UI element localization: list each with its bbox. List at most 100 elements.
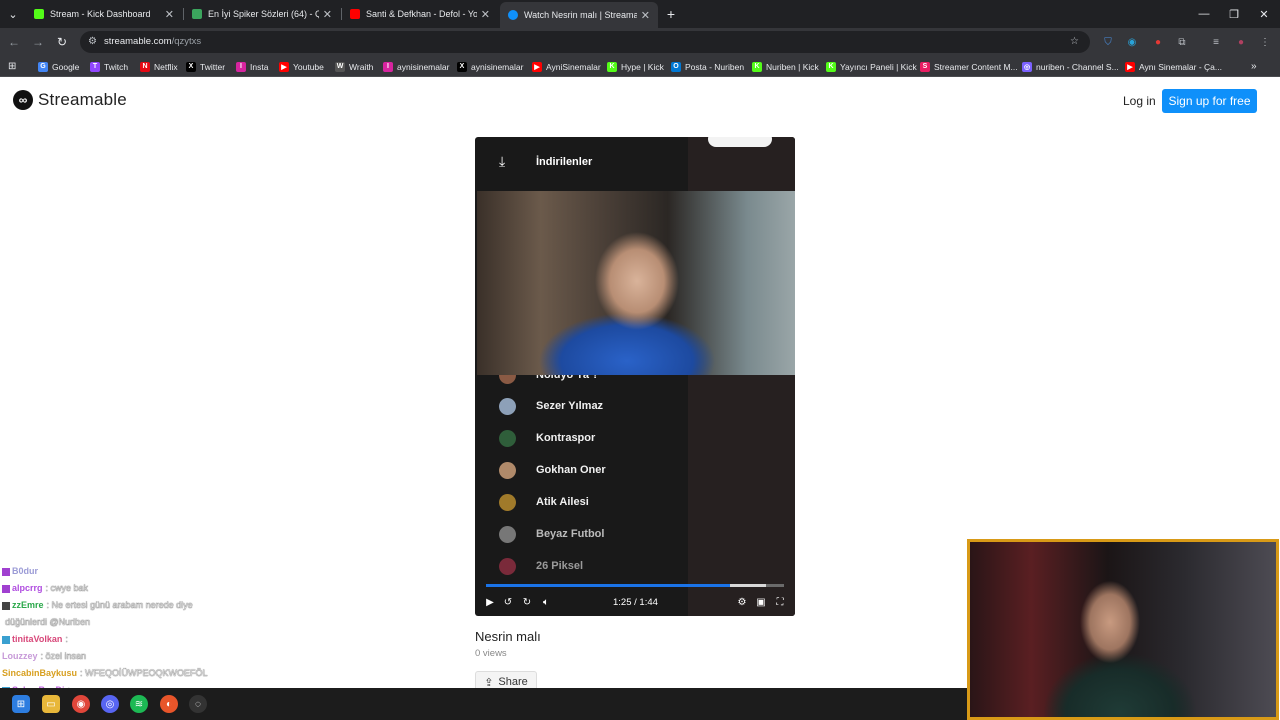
channel-avatar: [499, 525, 516, 543]
tab-close-icon[interactable]: ✕: [323, 8, 332, 21]
red-extension-icon[interactable]: ●: [1150, 34, 1166, 50]
chat-message: alpcrrg: cwye bak: [2, 580, 262, 597]
tab-quizz[interactable]: En İyi Spiker Sözleri (64) - Quizz ✕: [184, 0, 340, 28]
windows-start-icon[interactable]: ⊞: [12, 695, 30, 713]
bookmark-item[interactable]: K Nuriben | Kick: [752, 60, 819, 73]
new-tab-button[interactable]: +: [656, 0, 686, 28]
media-control-icon[interactable]: ≡: [1208, 34, 1224, 50]
discord-icon[interactable]: ◎: [101, 695, 119, 713]
bookmark-item[interactable]: W Wraith: [335, 60, 373, 73]
bookmark-item[interactable]: ◎ nuriben - Channel S...: [1022, 60, 1119, 73]
bookmark-item[interactable]: X Twitter: [186, 60, 225, 73]
app-icon[interactable]: ◌: [189, 695, 207, 713]
browser-nav-bar: ← → ↻ ⚙ streamable.com/qzytxs ☆ ⛉ ◉ ● ⧉ …: [0, 28, 1280, 56]
tab-close-icon[interactable]: ✕: [165, 8, 174, 21]
bookmark-item[interactable]: ▶ Aynı Sinemalar - Ça...: [1125, 60, 1222, 73]
login-link[interactable]: Log in: [1123, 94, 1156, 108]
obs-icon[interactable]: ◐: [160, 695, 178, 713]
apps-grid-icon[interactable]: ⊞: [8, 60, 16, 73]
bookmark-favicon-icon: X: [457, 61, 467, 72]
extension-icon[interactable]: ◉: [1124, 34, 1140, 50]
fullscreen-icon[interactable]: ⛶: [773, 595, 787, 609]
channel-name: Sezer Yılmaz: [536, 400, 604, 412]
picture-in-picture-icon[interactable]: ▣: [754, 595, 768, 609]
tab-search-icon[interactable]: ⌄: [0, 0, 26, 28]
bookmark-favicon-icon: I: [383, 61, 393, 72]
volume-icon[interactable]: 🔈︎: [539, 595, 553, 609]
bookmark-item[interactable]: T Twitch: [90, 60, 128, 73]
bookmark-item[interactable]: I Insta: [236, 60, 268, 73]
forward-icon[interactable]: →: [29, 33, 47, 51]
tab-youtube[interactable]: Santi & Defkhan - Defol - YouTu ✕: [342, 0, 498, 28]
bookmark-item[interactable]: S Streamer Content M...: [920, 60, 1018, 73]
overlay-channel-row: 26 Piksel: [475, 551, 688, 581]
bookmark-item[interactable]: G Google: [38, 60, 79, 73]
tab-streamable[interactable]: Watch Nesrin malı | Streamable ✕: [500, 2, 658, 28]
tab-title: Santi & Defkhan - Defol - YouTu: [366, 9, 477, 19]
chat-message: SincabinBaykusu: WFEQOİÜWPEOQKWOEFÖL: [2, 665, 262, 682]
puzzle-extensions-icon[interactable]: ⧉: [1174, 34, 1190, 50]
address-bar[interactable]: ⚙ streamable.com/qzytxs ☆: [80, 31, 1090, 53]
tab-title: Watch Nesrin malı | Streamable: [524, 10, 637, 20]
chrome-icon[interactable]: ◉: [72, 695, 90, 713]
restore-icon[interactable]: ❐: [1219, 0, 1249, 28]
bookmark-item[interactable]: Iaynisinemalar: [383, 60, 449, 73]
menu-kebab-icon[interactable]: ⋮: [1257, 34, 1273, 50]
rewind-icon[interactable]: ↺: [501, 595, 515, 609]
chat-badge-icon: [2, 584, 10, 593]
bookmark-favicon-icon: X: [186, 61, 196, 72]
shield-extension-icon[interactable]: ⛉: [1100, 34, 1116, 50]
bookmark-item[interactable]: N Netflix: [140, 60, 178, 73]
chat-text: :: [65, 634, 68, 644]
bookmark-favicon-icon: O: [671, 61, 681, 72]
video-player[interactable]: ⤓ İndirilenler Noluyo Ya ? Sezer Yılmaz Ko…: [475, 137, 795, 616]
tab-close-icon[interactable]: ✕: [481, 8, 490, 21]
bookmark-item[interactable]: K Hype | Kick: [607, 60, 664, 73]
bookmark-label: Posta - Nuriben: [685, 61, 745, 72]
bookmark-label: aynisinemalar: [397, 61, 450, 72]
close-window-icon[interactable]: ✕: [1249, 0, 1279, 28]
bookmark-star-icon[interactable]: ☆: [1070, 36, 1082, 48]
profile-avatar-icon[interactable]: ●: [1233, 34, 1249, 50]
bookmark-item[interactable]: K Yayıncı Paneli | Kick: [826, 60, 917, 73]
bookmarks-overflow-icon[interactable]: »: [1251, 60, 1257, 73]
tab-close-icon[interactable]: ✕: [641, 9, 650, 22]
settings-gear-icon[interactable]: ⚙: [735, 595, 749, 609]
bookmark-item[interactable]: O Posta - Nuriben: [671, 60, 744, 73]
back-icon[interactable]: ←: [5, 33, 23, 51]
bookmarks-bar: ⊞ G Google T Twitch N Netflix X Twitter I Insta ▶ Y…: [0, 56, 1280, 77]
fast-forward-icon[interactable]: ↻: [520, 595, 534, 609]
signup-button[interactable]: Sign up for free: [1162, 89, 1257, 113]
bookmark-favicon-icon: I: [236, 61, 246, 72]
tab-kick-dashboard[interactable]: Stream - Kick Dashboard ✕: [26, 0, 182, 28]
share-label: Share: [498, 676, 528, 688]
channel-name: Beyaz Futbol: [536, 528, 605, 540]
bookmark-label: Nuriben | Kick: [766, 61, 819, 72]
minimize-icon[interactable]: —: [1189, 0, 1219, 28]
play-icon[interactable]: ▶: [483, 595, 497, 609]
chat-text: düğünlerdi @Nuriben: [5, 617, 91, 627]
chat-message: Louzzey: özel insan: [2, 648, 262, 665]
bookmark-label: Insta: [250, 61, 269, 72]
channel-name: Kontraspor: [536, 432, 596, 444]
bookmark-item[interactable]: Xaynisinemalar: [457, 60, 523, 73]
streamer-webcam-overlay: [967, 539, 1279, 720]
bookmark-label: aynisinemalar: [471, 61, 524, 72]
bookmark-favicon-icon: ▶: [279, 61, 289, 72]
bookmark-item[interactable]: ▶ AyniSinemalar: [532, 60, 601, 73]
spotify-icon[interactable]: ≋: [130, 695, 148, 713]
url-text: streamable.com/qzytxs: [104, 36, 201, 47]
video-pill: [708, 137, 772, 147]
url-path: /qzytxs: [171, 36, 202, 47]
site-info-icon[interactable]: ⚙: [88, 36, 100, 48]
reload-icon[interactable]: ↻: [53, 33, 71, 51]
bookmark-item[interactable]: ▶ Youtube: [279, 60, 324, 73]
progress-bar[interactable]: [486, 584, 784, 587]
streamable-logo[interactable]: ∞ Streamable: [13, 90, 127, 110]
chat-text: : cwye bak: [45, 583, 89, 593]
stream-chat-overlay: B0dur alpcrrg: cwye bak zzEmre: Ne ertesi …: [2, 563, 262, 699]
bookmark-label: Hype | Kick: [621, 61, 664, 72]
file-explorer-icon[interactable]: ▭: [42, 695, 60, 713]
channel-avatar: [499, 493, 516, 511]
overlay-channel-row: Atik Ailesi: [475, 487, 688, 517]
